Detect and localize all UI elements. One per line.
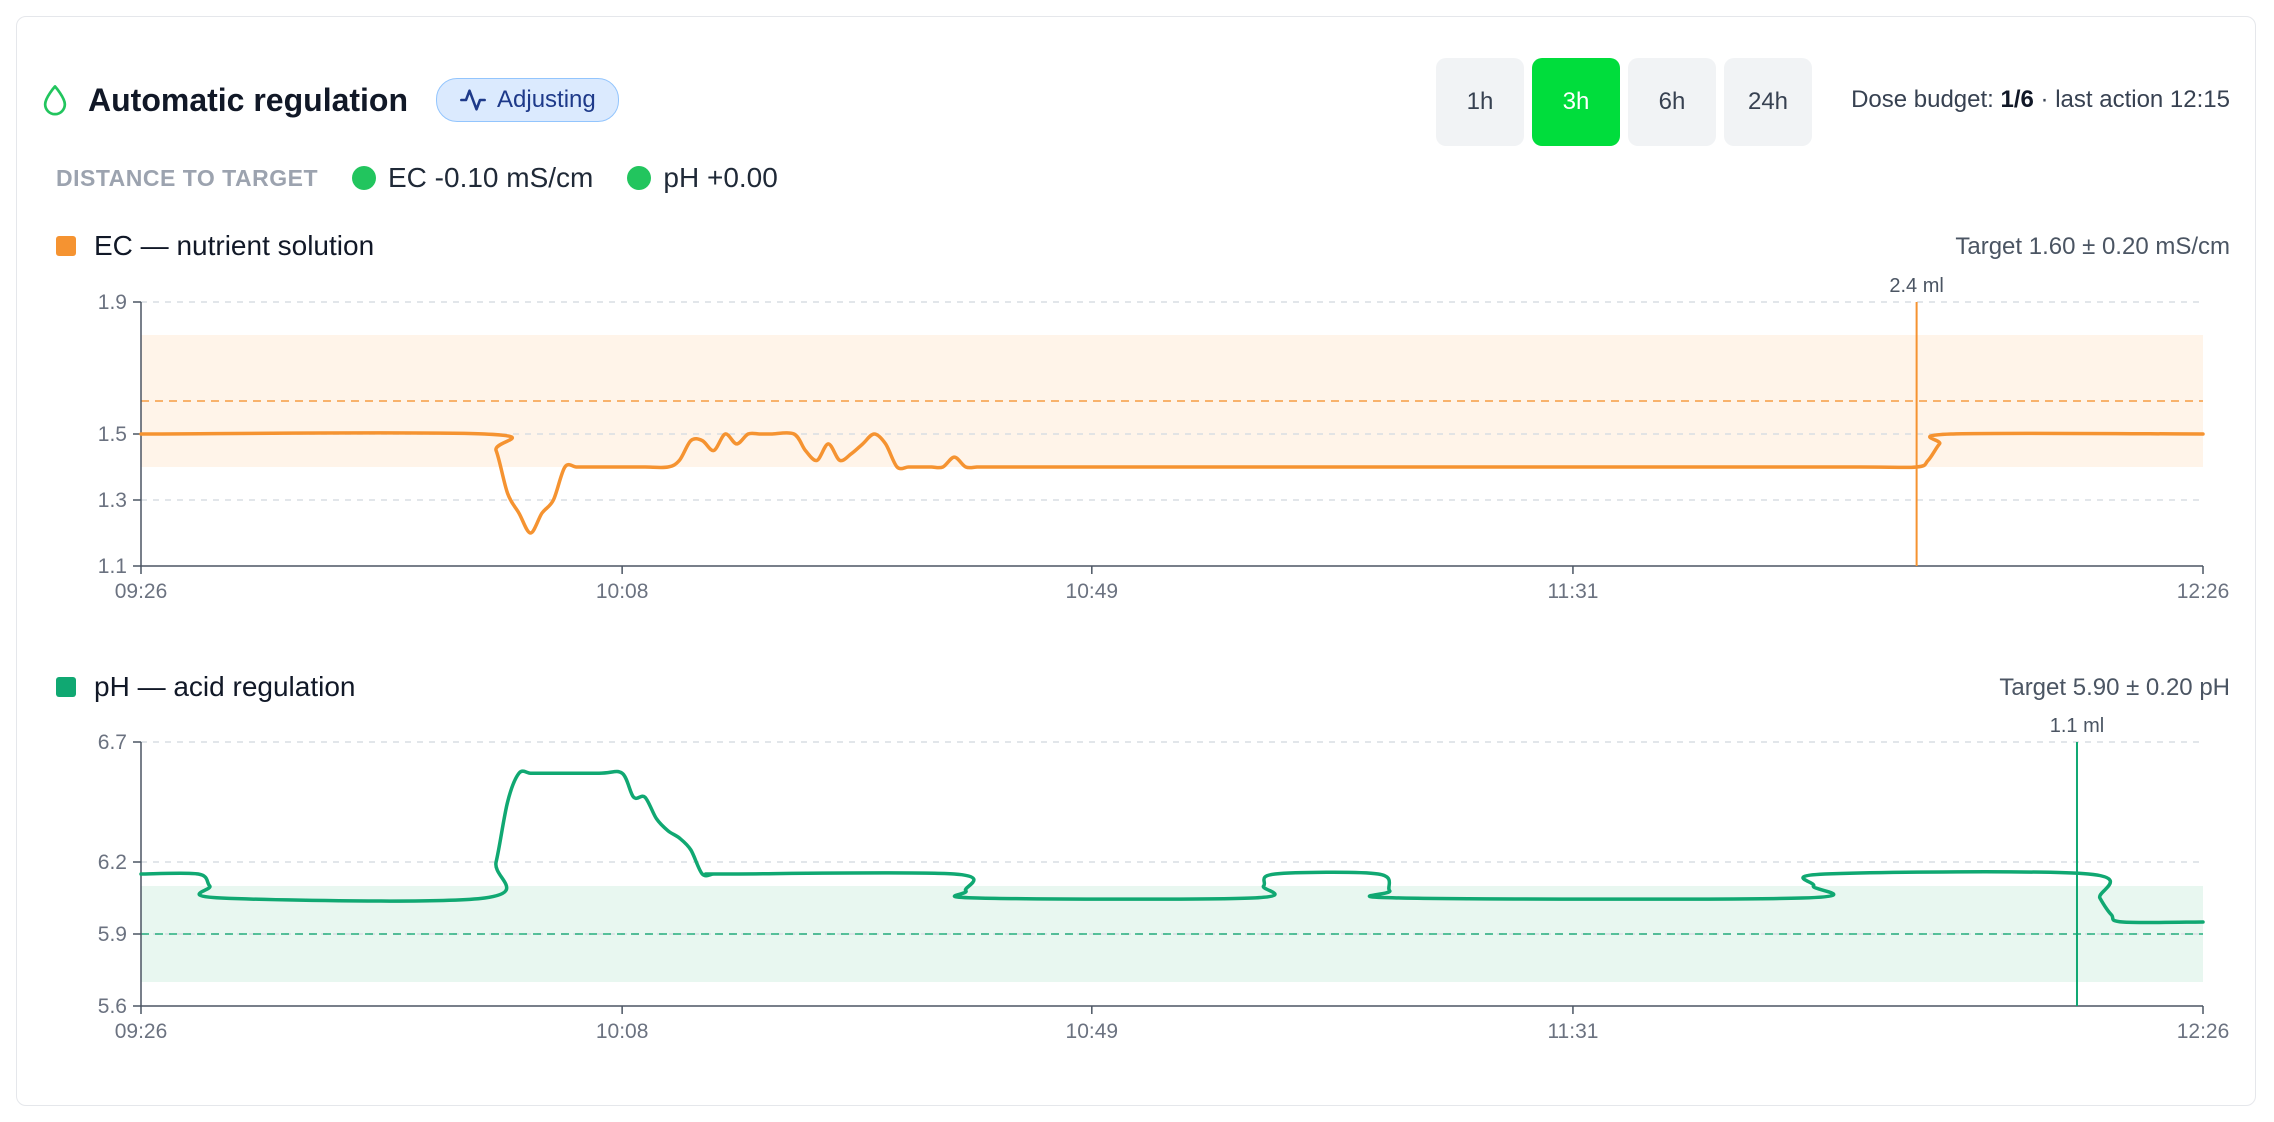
ph-x-tick-label: 11:31 xyxy=(1547,1020,1598,1043)
ph-x-tick-label: 12:26 xyxy=(2177,1020,2230,1043)
ph-dose-marker-label: 1.1 ml xyxy=(2050,715,2104,737)
ph-y-tick-label: 6.7 xyxy=(98,731,127,754)
ph-x-tick-label: 09:26 xyxy=(115,1020,168,1043)
ph-y-tick-label: 6.2 xyxy=(98,851,127,874)
ph-y-tick-label: 5.9 xyxy=(98,923,127,946)
ph-chart: 5.6 5.9 6.2 6.7 09:26 10:08 10:49 11:31 12:26 1.1… xyxy=(98,715,2230,1043)
ph-x-tick-label: 10:08 xyxy=(596,1020,649,1043)
ph-y-tick-label: 5.6 xyxy=(98,995,127,1018)
ph-x-tick-label: 10:49 xyxy=(1066,1020,1119,1043)
